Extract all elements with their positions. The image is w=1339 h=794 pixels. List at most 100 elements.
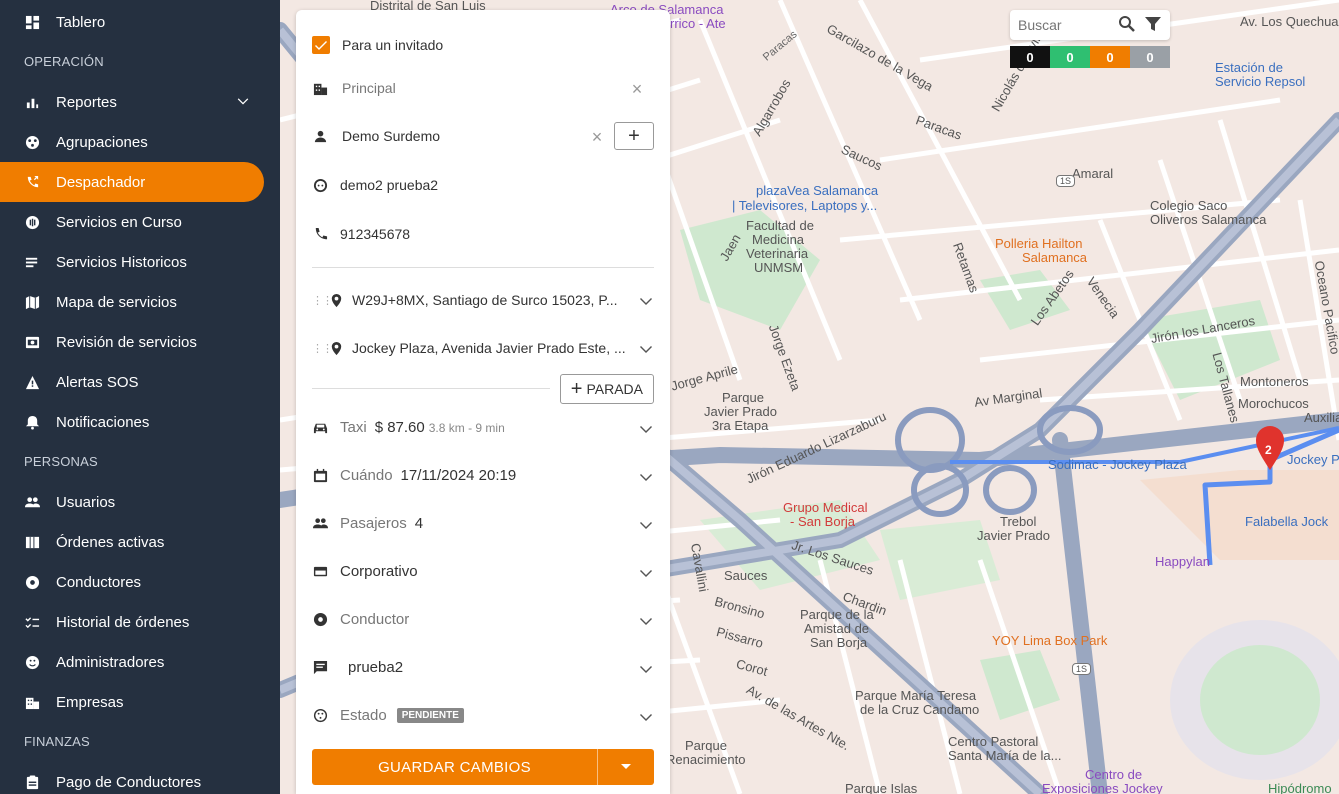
save-options-button[interactable] — [598, 749, 654, 785]
admin-icon — [24, 654, 40, 670]
chevron-down-icon[interactable] — [638, 516, 654, 532]
sidebar-item-label: Mapa de servicios — [56, 293, 177, 311]
caret-down-icon — [618, 758, 634, 777]
guest-checkbox[interactable] — [312, 36, 330, 54]
passengers-row[interactable]: Pasajeros 4 — [312, 515, 654, 532]
counter-orange[interactable]: 0 — [1090, 46, 1130, 68]
sidebar-item-label: Administradores — [56, 653, 165, 671]
sidebar-item-label: Servicios Historicos — [56, 253, 187, 271]
save-button-group: GUARDAR CAMBIOS — [312, 749, 654, 785]
list-icon — [24, 254, 40, 270]
chevron-down-icon[interactable] — [236, 94, 250, 112]
user-value: Demo Surdemo — [342, 128, 441, 144]
users-icon — [312, 516, 328, 532]
sidebar-item-ordenes-activas[interactable]: Órdenes activas — [0, 522, 264, 562]
chevron-down-icon[interactable] — [638, 420, 654, 436]
map-search-box — [1010, 10, 1170, 40]
sidebar-item-label: Empresas — [56, 693, 124, 711]
building-icon — [312, 80, 328, 96]
orders-icon — [24, 534, 40, 550]
payment-row[interactable]: Corporativo — [312, 563, 654, 580]
user-row[interactable]: Demo Surdemo × + — [312, 122, 654, 150]
when-value: 17/11/2024 20:19 — [400, 467, 517, 484]
driver-row[interactable]: Conductor — [312, 611, 654, 628]
checklist-icon — [24, 614, 40, 630]
counter-black[interactable]: 0 — [1010, 46, 1050, 68]
add-user-button[interactable]: + — [614, 122, 654, 150]
sidebar-item-label: Reportes — [56, 93, 117, 111]
sidebar-item-conductores[interactable]: Conductores — [0, 562, 264, 602]
add-stop-button[interactable]: + PARADA — [559, 374, 654, 404]
chevron-down-icon[interactable] — [638, 612, 654, 628]
sidebar-item-pago-de-conductores[interactable]: Pago de Conductores — [0, 762, 264, 794]
in-progress-icon — [24, 214, 40, 230]
sidebar-item-despachador[interactable]: Despachador — [0, 162, 264, 202]
sidebar-item-tablero[interactable]: Tablero — [0, 2, 264, 42]
counter-gray[interactable]: 0 — [1130, 46, 1170, 68]
clear-user-icon[interactable]: × — [590, 128, 604, 146]
sidebar-item-servicios-historicos[interactable]: Servicios Historicos — [0, 242, 264, 282]
sidebar-item-label: Servicios en Curso — [56, 213, 182, 231]
sidebar-item-label: Alertas SOS — [56, 373, 139, 391]
passengers-value: 4 — [414, 515, 424, 532]
map-search-input[interactable] — [1018, 17, 1118, 33]
status-row[interactable]: Estado PENDIENTE — [312, 707, 654, 724]
sidebar-item-revision-de-servicios[interactable]: Revisión de servicios — [0, 322, 264, 362]
sidebar-item-usuarios[interactable]: Usuarios — [0, 482, 264, 522]
payment-value: Corporativo — [340, 563, 418, 580]
group-icon — [24, 134, 40, 150]
sidebar-item-reportes[interactable]: Reportes — [0, 82, 264, 122]
filter-icon[interactable] — [1144, 15, 1162, 36]
drag-handle-icon[interactable]: ⋮⋮ — [312, 294, 333, 307]
driver-icon — [312, 612, 328, 628]
chevron-down-icon[interactable] — [638, 660, 654, 676]
sidebar-item-empresas[interactable]: Empresas — [0, 682, 264, 722]
service-label: Taxi — [340, 419, 367, 436]
warning-icon — [24, 374, 40, 390]
status-counters: 0 0 0 0 — [1010, 46, 1170, 68]
when-row[interactable]: Cuándo 17/11/2024 20:19 — [312, 467, 654, 484]
destination-value: Jockey Plaza, Avenida Javier Prado Este,… — [352, 340, 626, 356]
chevron-down-icon[interactable] — [638, 468, 654, 484]
sidebar-item-label: Historial de órdenes — [56, 613, 190, 631]
counter-green[interactable]: 0 — [1050, 46, 1090, 68]
phone-row[interactable]: 912345678 — [312, 226, 654, 242]
add-stop-label: PARADA — [586, 381, 643, 397]
plus-icon: + — [570, 378, 583, 400]
sidebar-item-notificaciones[interactable]: Notificaciones — [0, 402, 264, 442]
drag-handle-icon[interactable]: ⋮⋮ — [312, 342, 333, 355]
driver-icon — [24, 574, 40, 590]
sidebar-item-administradores[interactable]: Administradores — [0, 642, 264, 682]
face-icon — [312, 177, 328, 193]
map-icon — [24, 294, 40, 310]
save-button[interactable]: GUARDAR CAMBIOS — [312, 749, 598, 785]
origin-row[interactable]: ⋮⋮ W29J+8MX, Santiago de Surco 15023, P.… — [312, 292, 654, 308]
sidebar-item-label: Órdenes activas — [56, 533, 165, 551]
chevron-down-icon[interactable] — [638, 340, 654, 356]
company-row[interactable]: Principal × — [312, 80, 654, 98]
service-row[interactable]: Taxi $ 87.60 3.8 km - 9 min — [312, 419, 654, 436]
guest-name-row[interactable]: demo2 prueba2 — [312, 177, 654, 193]
sidebar: Tablero OPERACIÓN Reportes Agrupaciones … — [0, 0, 280, 794]
calendar-icon — [312, 468, 328, 484]
chevron-down-icon[interactable] — [638, 564, 654, 580]
chevron-down-icon[interactable] — [638, 292, 654, 308]
sidebar-item-label: Pago de Conductores — [56, 773, 202, 791]
sidebar-item-agrupaciones[interactable]: Agrupaciones — [0, 122, 264, 162]
sidebar-item-alertas-sos[interactable]: Alertas SOS — [0, 362, 264, 402]
sidebar-item-historial-de-ordenes[interactable]: Historial de órdenes — [0, 602, 264, 642]
divider — [312, 388, 550, 389]
building-icon — [24, 694, 40, 710]
search-icon[interactable] — [1118, 15, 1136, 36]
sidebar-item-servicios-en-curso[interactable]: Servicios en Curso — [0, 202, 264, 242]
note-row[interactable]: prueba2 — [312, 659, 654, 676]
sidebar-item-label: Tablero — [56, 13, 106, 31]
destination-row[interactable]: ⋮⋮ Jockey Plaza, Avenida Javier Prado Es… — [312, 340, 654, 356]
when-label: Cuándo — [340, 467, 393, 484]
bar-chart-icon — [24, 94, 40, 110]
sidebar-item-label: Notificaciones — [56, 413, 150, 431]
chevron-down-icon[interactable] — [638, 708, 654, 724]
sidebar-item-mapa-de-servicios[interactable]: Mapa de servicios — [0, 282, 264, 322]
clear-company-icon[interactable]: × — [630, 80, 644, 98]
section-finanzas: FINANZAS — [24, 734, 90, 749]
